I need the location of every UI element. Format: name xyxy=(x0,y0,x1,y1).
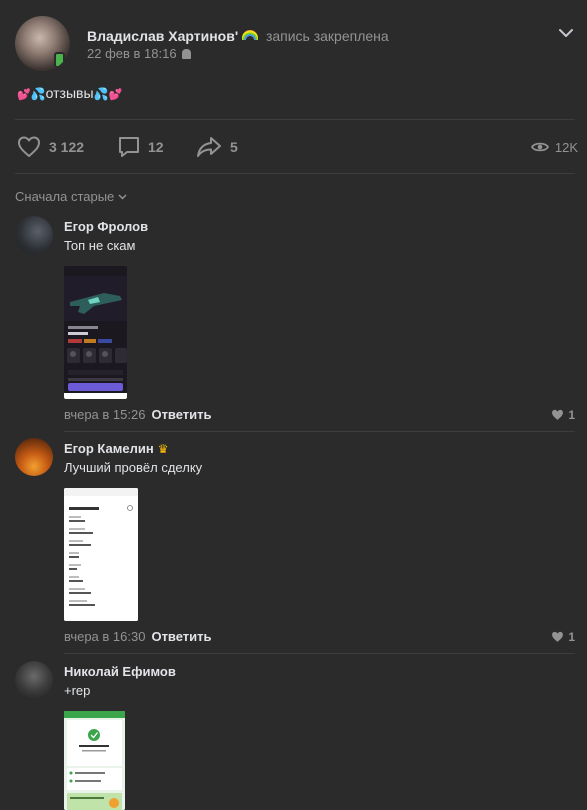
screenshot-thumbnail xyxy=(64,488,138,621)
comment-icon xyxy=(119,137,139,157)
comment-author[interactable]: Николай Ефимов xyxy=(64,664,176,679)
comment-attachment-image[interactable] xyxy=(64,488,138,621)
comment-button[interactable]: 12 xyxy=(118,134,164,160)
post-text-content: отзывы xyxy=(45,85,94,101)
post-date-text[interactable]: 22 фев в 18:16 xyxy=(87,46,177,61)
comment-meta: вчера в 16:30 Ответить xyxy=(64,629,212,644)
commenter-avatar[interactable] xyxy=(15,438,53,476)
comment-author[interactable]: Егор Фролов xyxy=(64,219,148,234)
author-name[interactable]: Владислав Хартинов' xyxy=(87,28,238,44)
comment-author[interactable]: Егор Камелин ♛ xyxy=(64,441,168,456)
rainbow-emoji-icon xyxy=(242,30,259,40)
comment-like-count: 1 xyxy=(568,630,575,644)
share-icon xyxy=(197,137,221,157)
pink-hearts-emoji-icon: 💕 xyxy=(17,89,31,101)
divider xyxy=(15,119,575,120)
chevron-down-icon[interactable] xyxy=(559,26,573,40)
post-author[interactable]: Владислав Хартинов' запись закреплена xyxy=(87,28,389,44)
heart-icon xyxy=(18,136,40,157)
crown-icon: ♛ xyxy=(157,442,169,456)
view-count: 12K xyxy=(554,139,578,155)
like-count: 3 122 xyxy=(49,139,85,155)
pinned-label: запись закреплена xyxy=(265,28,389,44)
comment-attachment-image[interactable] xyxy=(64,711,125,810)
comment-like-count: 1 xyxy=(568,408,575,422)
mobile-online-icon xyxy=(54,52,65,68)
comment-text: Топ не скам xyxy=(64,238,136,253)
comment-text: Лучший провёл сделку xyxy=(64,460,203,475)
comment-item: Егор Фролов Топ не скам вчера в 15:26 От… xyxy=(15,216,578,431)
sort-dropdown[interactable]: Сначала старые xyxy=(15,189,127,204)
comment-time[interactable]: вчера в 16:30 xyxy=(64,629,145,644)
share-count: 5 xyxy=(230,139,238,155)
screenshot-thumbnail xyxy=(64,711,125,810)
divider xyxy=(15,173,575,174)
chevron-down-icon xyxy=(118,193,127,200)
heart-icon xyxy=(552,409,564,420)
post-text: 💕💦отзывы💦💕 xyxy=(17,85,122,101)
screenshot-thumbnail xyxy=(64,266,127,399)
divider xyxy=(64,653,575,654)
heart-icon xyxy=(552,631,564,642)
comment-meta: вчера в 15:26 Ответить xyxy=(64,407,212,422)
pink-hearts-emoji-icon: 💕 xyxy=(108,89,123,101)
reply-button[interactable]: Ответить xyxy=(151,407,211,422)
divider xyxy=(64,431,575,432)
views-counter: 12K xyxy=(530,134,578,160)
comment-attachment-image[interactable] xyxy=(64,266,127,399)
droplets-emoji-icon: 💦 xyxy=(30,87,46,101)
post-date[interactable]: 22 фев в 18:16 xyxy=(87,46,191,61)
comment-author-name[interactable]: Егор Камелин xyxy=(64,441,154,456)
android-icon xyxy=(181,49,191,59)
share-button[interactable]: 5 xyxy=(196,134,238,160)
author-avatar[interactable] xyxy=(15,16,70,71)
comment-text: +rep xyxy=(64,683,91,698)
droplets-emoji-icon: 💦 xyxy=(93,87,109,101)
post-actions: 3 122 12 5 12K xyxy=(15,132,578,162)
post-header: Владислав Хартинов' запись закреплена 22… xyxy=(15,16,575,72)
comment-count: 12 xyxy=(148,139,164,155)
commenter-avatar[interactable] xyxy=(15,661,53,699)
comment-time[interactable]: вчера в 15:26 xyxy=(64,407,145,422)
sort-label[interactable]: Сначала старые xyxy=(15,189,114,204)
comment-like-button[interactable]: 1 xyxy=(551,408,575,422)
comment-item: Николай Ефимов +rep xyxy=(15,661,578,810)
reply-button[interactable]: Ответить xyxy=(151,629,211,644)
comment-like-button[interactable]: 1 xyxy=(551,630,575,644)
commenter-avatar[interactable] xyxy=(15,216,53,254)
eye-icon xyxy=(530,142,549,152)
like-button[interactable]: 3 122 xyxy=(17,134,84,160)
comment-item: Егор Камелин ♛ Лучший провёл сделку вчера… xyxy=(15,438,578,653)
